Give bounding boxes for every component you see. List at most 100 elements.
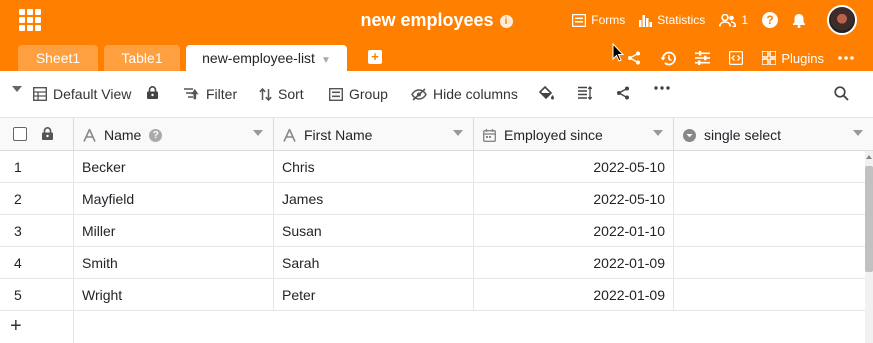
info-icon[interactable]: i: [499, 15, 513, 28]
statistics-button[interactable]: Statistics: [639, 13, 705, 27]
statistics-label: Statistics: [657, 13, 706, 27]
column-name-text: Name: [104, 127, 142, 143]
row-height-button[interactable]: [578, 86, 598, 100]
tab-sheet1[interactable]: Sheet1: [18, 45, 98, 71]
chevron-down-icon[interactable]: [253, 130, 263, 136]
share-view-button[interactable]: [616, 86, 636, 100]
row-number: 4: [14, 255, 22, 271]
cell-single-select[interactable]: [682, 279, 862, 311]
text-type-icon: [83, 128, 96, 142]
script-button[interactable]: [729, 51, 748, 65]
column-employed-since-text: Employed since: [504, 127, 603, 143]
bell-icon: [793, 13, 805, 28]
cell-first-name[interactable]: Sarah: [282, 247, 319, 279]
cell-employed-since[interactable]: 2022-05-10: [474, 183, 665, 215]
column-header-employed-since[interactable]: Employed since: [474, 118, 674, 151]
cell-single-select[interactable]: [682, 151, 862, 183]
chevron-down-icon[interactable]: [653, 130, 663, 136]
cell-single-select[interactable]: [682, 247, 862, 279]
users-icon: [719, 13, 737, 27]
cell-first-name[interactable]: James: [282, 183, 323, 215]
group-icon: [329, 87, 343, 101]
column-name-label: Name ?: [83, 127, 163, 143]
add-row-button[interactable]: +: [0, 311, 74, 343]
chevron-down-icon[interactable]: [853, 130, 863, 136]
cell-single-select[interactable]: [682, 215, 862, 247]
base-title-text[interactable]: new employees: [360, 10, 493, 30]
more-icon: [838, 56, 854, 60]
table-row[interactable]: 5 Wright Peter 2022-01-09: [0, 279, 865, 311]
row-number: 5: [14, 287, 22, 303]
paint-bucket-icon: [539, 86, 554, 100]
tab-table1[interactable]: Table1: [104, 45, 180, 71]
settings-button[interactable]: [695, 51, 715, 65]
column-header-first-name[interactable]: First Name: [274, 118, 474, 151]
table-row[interactable]: 2 Mayfield James 2022-05-10: [0, 183, 865, 215]
group-button[interactable]: Group: [329, 86, 388, 102]
cell-name[interactable]: Wright: [82, 279, 122, 311]
help-icon[interactable]: ?: [149, 128, 163, 142]
more-options-button[interactable]: [838, 56, 859, 60]
cell-employed-since[interactable]: 2022-05-10: [474, 151, 665, 183]
forms-button[interactable]: Forms: [572, 13, 625, 27]
mouse-cursor-icon: [612, 43, 624, 62]
more-view-options-button[interactable]: [654, 86, 676, 90]
add-table-button[interactable]: +: [368, 50, 382, 64]
cell-employed-since[interactable]: 2022-01-09: [474, 279, 665, 311]
history-button[interactable]: [660, 51, 681, 66]
forms-icon: [572, 13, 587, 27]
caret-down-icon: [12, 86, 22, 92]
cell-employed-since[interactable]: 2022-01-09: [474, 247, 665, 279]
scroll-up-icon[interactable]: [866, 155, 872, 159]
notifications-button[interactable]: [792, 13, 811, 28]
help-button[interactable]: ?: [762, 12, 778, 28]
lock-view-button[interactable]: [147, 86, 164, 99]
cell-name[interactable]: Smith: [82, 247, 118, 279]
column-header-single-select[interactable]: single select: [674, 118, 873, 151]
hide-columns-button[interactable]: Hide columns: [411, 86, 518, 102]
collaborators-button[interactable]: 1: [719, 13, 748, 27]
plugins-button[interactable]: Plugins: [762, 51, 824, 66]
table-row[interactable]: 1 Becker Chris 2022-05-10: [0, 151, 865, 183]
grid-header: Name ? First Name Employed since single …: [0, 118, 873, 151]
sort-label: Sort: [278, 86, 304, 102]
chevron-down-icon[interactable]: [453, 130, 463, 136]
apps-grid-icon[interactable]: [19, 9, 41, 31]
cell-employed-since[interactable]: 2022-01-10: [474, 215, 665, 247]
history-icon: [660, 51, 677, 65]
column-divider: [673, 151, 674, 311]
cell-first-name[interactable]: Susan: [282, 215, 322, 247]
cell-name[interactable]: Mayfield: [82, 183, 134, 215]
cell-name[interactable]: Miller: [82, 215, 115, 247]
filter-label: Filter: [206, 86, 238, 102]
cell-single-select[interactable]: [682, 183, 862, 215]
column-divider: [273, 151, 274, 311]
lock-icon[interactable]: [42, 127, 53, 140]
calendar-icon: [483, 128, 496, 142]
share-button[interactable]: [627, 51, 646, 65]
row-number: 1: [14, 159, 22, 175]
sort-icon: [259, 87, 272, 101]
cell-first-name[interactable]: Peter: [282, 279, 315, 311]
filter-button[interactable]: Filter: [184, 86, 237, 102]
view-switcher-toggle[interactable]: [12, 86, 28, 92]
cell-first-name[interactable]: Chris: [282, 151, 315, 183]
table-view-icon: [33, 87, 47, 101]
tab-new-employee-list[interactable]: new-employee-list ▼: [186, 45, 347, 71]
chevron-down-icon[interactable]: ▼: [321, 55, 331, 66]
scrollbar-thumb[interactable]: [865, 166, 873, 272]
help-icon: ?: [762, 12, 778, 28]
search-button[interactable]: [834, 86, 855, 101]
sort-button[interactable]: Sort: [259, 86, 304, 102]
column-header-name[interactable]: Name ?: [74, 118, 274, 151]
cell-name[interactable]: Becker: [82, 151, 126, 183]
avatar[interactable]: [827, 5, 857, 35]
table-row[interactable]: 3 Miller Susan 2022-01-10: [0, 215, 865, 247]
select-all-checkbox[interactable]: [13, 127, 27, 141]
table-row[interactable]: 4 Smith Sarah 2022-01-09: [0, 247, 865, 279]
single-select-icon: [683, 128, 696, 142]
default-view-button[interactable]: Default View: [33, 86, 131, 102]
search-icon: [834, 86, 849, 101]
hide-columns-label: Hide columns: [433, 86, 518, 102]
row-color-button[interactable]: [539, 86, 561, 101]
